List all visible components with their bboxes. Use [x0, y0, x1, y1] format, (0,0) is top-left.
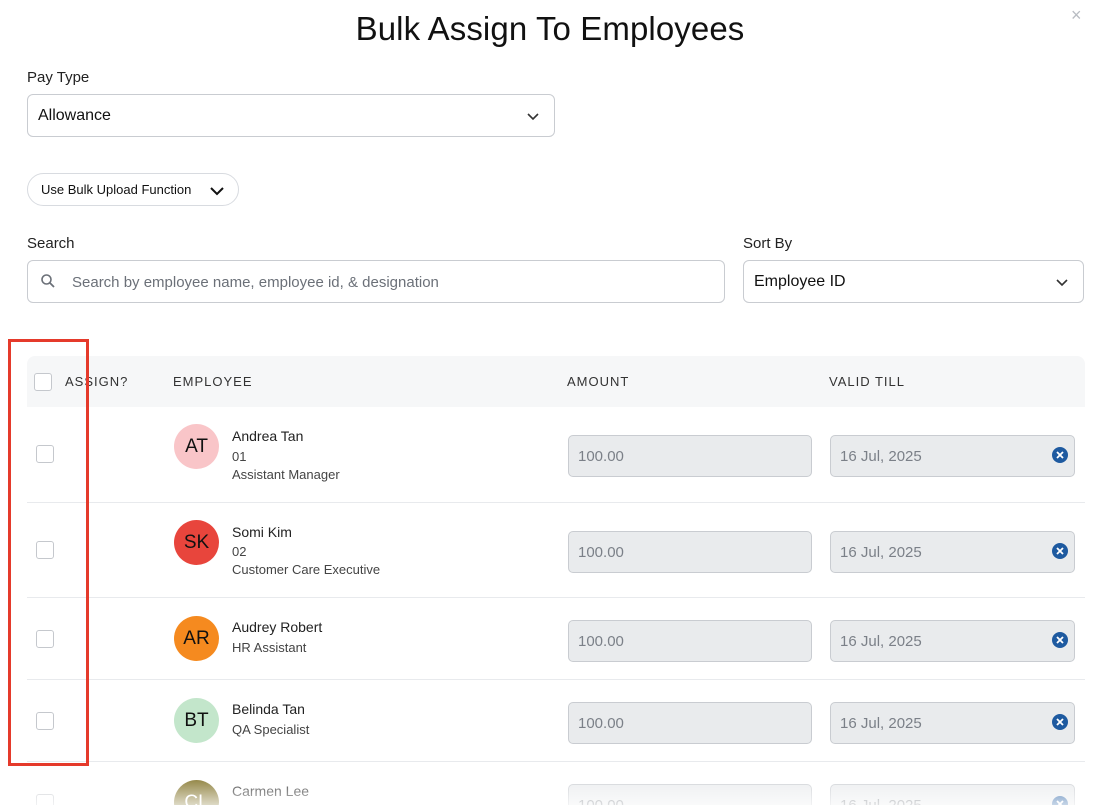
header-amount: AMOUNT [567, 374, 630, 389]
sort-by-value: Employee ID [754, 272, 846, 290]
employee-designation: QA Specialist [232, 722, 310, 737]
chevron-down-icon [1056, 279, 1068, 287]
assign-checkbox[interactable] [36, 541, 54, 559]
header-employee: EMPLOYEE [173, 374, 253, 389]
employee-id: 02 [232, 544, 247, 559]
employee-name: Somi Kim [232, 524, 292, 540]
assign-checkbox[interactable] [36, 445, 54, 463]
valid-till-value: 16 Jul, 2025 [840, 796, 922, 805]
employee-name: Andrea Tan [232, 428, 304, 444]
close-icon[interactable]: × [1071, 5, 1082, 25]
valid-till-value: 16 Jul, 2025 [840, 714, 922, 732]
search-icon [41, 274, 55, 288]
avatar: AR [174, 616, 219, 661]
avatar: BT [174, 698, 219, 743]
avatar: CL [174, 780, 219, 805]
bulk-upload-button[interactable]: Use Bulk Upload Function [27, 173, 239, 206]
employee-name: Belinda Tan [232, 701, 305, 717]
employee-designation: Customer Care Executive [232, 562, 381, 577]
pay-type-select[interactable]: Allowance [27, 94, 555, 137]
amount-value: 100.00 [578, 632, 624, 650]
clear-date-icon[interactable] [1051, 446, 1069, 464]
table-header: ASSIGN? EMPLOYEE AMOUNT VALID TILL [27, 356, 1085, 407]
modal-title: Bulk Assign To Employees [355, 10, 745, 47]
sort-by-label: Sort By [743, 235, 793, 252]
table-row: BT Belinda Tan QA Specialist 100.00 16 J… [27, 680, 1085, 762]
valid-till-field[interactable]: 16 Jul, 2025 [830, 784, 1075, 805]
amount-field[interactable]: 100.00 [568, 531, 812, 573]
valid-till-value: 16 Jul, 2025 [840, 447, 922, 465]
pay-type-label: Pay Type [27, 69, 90, 86]
select-all-checkbox[interactable] [34, 373, 52, 391]
valid-till-field[interactable]: 16 Jul, 2025 [830, 531, 1075, 573]
avatar: SK [174, 520, 219, 565]
search-label: Search [27, 235, 75, 252]
valid-till-field[interactable]: 16 Jul, 2025 [830, 435, 1075, 477]
clear-date-icon[interactable] [1051, 795, 1069, 805]
header-valid-till: VALID TILL [829, 374, 905, 389]
valid-till-field[interactable]: 16 Jul, 2025 [830, 620, 1075, 662]
valid-till-value: 16 Jul, 2025 [840, 543, 922, 561]
bulk-upload-label: Use Bulk Upload Function [41, 182, 192, 197]
avatar: AT [174, 424, 219, 469]
amount-value: 100.00 [578, 447, 624, 465]
header-assign: ASSIGN? [65, 374, 129, 389]
clear-date-icon[interactable] [1051, 542, 1069, 560]
employee-id: 01 [232, 449, 247, 464]
pay-type-value: Allowance [38, 106, 111, 124]
amount-field[interactable]: 100.00 [568, 620, 812, 662]
amount-value: 100.00 [578, 714, 624, 732]
chevron-down-icon [527, 113, 539, 121]
amount-value: 100.00 [578, 796, 624, 805]
assign-checkbox[interactable] [36, 712, 54, 730]
amount-field[interactable]: 100.00 [568, 702, 812, 744]
table-row: AR Audrey Robert HR Assistant 100.00 16 … [27, 598, 1085, 680]
chevron-down-icon [210, 187, 224, 196]
search-input[interactable] [72, 271, 712, 293]
amount-field[interactable]: 100.00 [568, 784, 812, 805]
employee-name: Carmen Lee [232, 783, 310, 799]
employee-table: ASSIGN? EMPLOYEE AMOUNT VALID TILL AT An… [27, 356, 1085, 805]
assign-checkbox[interactable] [36, 630, 54, 648]
table-row: AT Andrea Tan 01 Assistant Manager 100.0… [27, 407, 1085, 503]
table-row: SK Somi Kim 02 Customer Care Executive 1… [27, 503, 1085, 598]
valid-till-value: 16 Jul, 2025 [840, 632, 922, 650]
employee-name: Audrey Robert [232, 619, 323, 635]
table-row: CL Carmen Lee 100.00 16 Jul, 2025 [27, 762, 1085, 805]
clear-date-icon[interactable] [1051, 631, 1069, 649]
employee-designation: HR Assistant [232, 640, 307, 655]
assign-checkbox[interactable] [36, 794, 54, 805]
amount-value: 100.00 [578, 543, 624, 561]
employee-designation: Assistant Manager [232, 467, 340, 482]
valid-till-field[interactable]: 16 Jul, 2025 [830, 702, 1075, 744]
amount-field[interactable]: 100.00 [568, 435, 812, 477]
sort-by-select[interactable]: Employee ID [743, 260, 1084, 303]
clear-date-icon[interactable] [1051, 713, 1069, 731]
search-box [27, 260, 725, 303]
